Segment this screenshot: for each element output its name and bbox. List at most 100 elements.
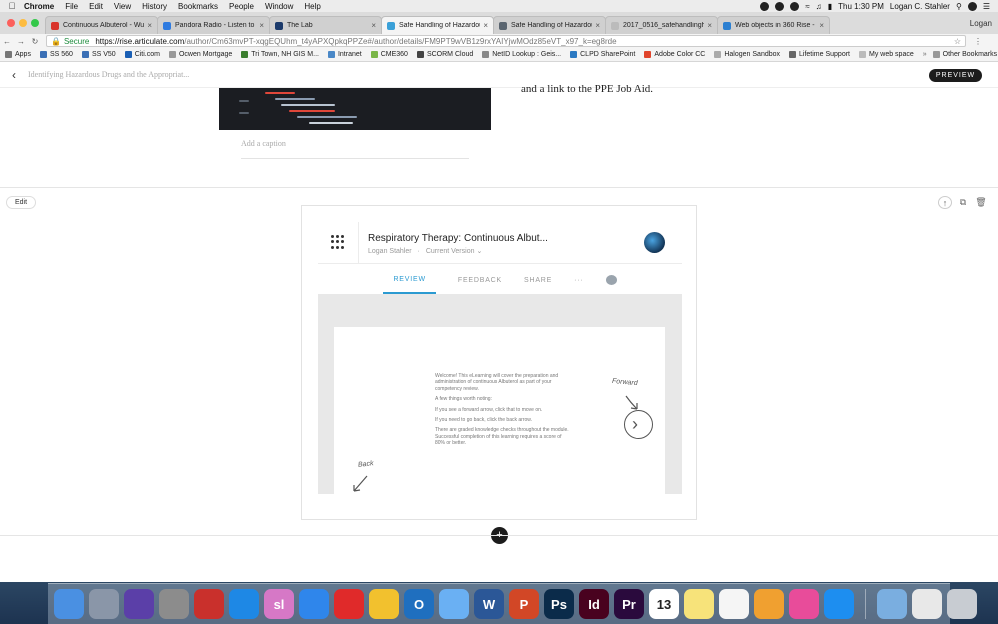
browser-tab[interactable]: Pandora Radio - Listen to F × xyxy=(157,16,270,34)
app-menu[interactable]: Chrome xyxy=(24,2,54,11)
bookmark-item[interactable]: SS 560 xyxy=(39,51,73,58)
avatar[interactable] xyxy=(644,232,665,253)
siri-icon[interactable] xyxy=(124,589,154,619)
close-tab-icon[interactable]: × xyxy=(371,21,376,30)
backup-icon[interactable] xyxy=(760,1,770,11)
bookmark-item[interactable]: Intranet xyxy=(327,51,362,58)
reminders-icon[interactable] xyxy=(719,589,749,619)
comment-bubble-icon[interactable] xyxy=(605,275,617,285)
chrome-menu-icon[interactable]: ⋮ xyxy=(974,37,982,46)
notification-center-icon[interactable]: ☰ xyxy=(983,2,990,11)
browser-tab[interactable]: 2017_0516_safehandlinghaz × xyxy=(605,16,718,34)
back-chevron-icon[interactable]: ‹ xyxy=(0,68,28,82)
menu-clock[interactable]: Thu 1:30 PM xyxy=(838,2,884,11)
other-bookmarks-folder[interactable]: Other Bookmarks xyxy=(932,51,998,58)
outlook-icon[interactable]: O xyxy=(404,589,434,619)
forward-button[interactable]: › xyxy=(624,410,653,439)
safari-icon[interactable] xyxy=(299,589,329,619)
creative-cloud-icon[interactable] xyxy=(775,1,785,11)
bookmark-item[interactable]: Ocwen Mortgage xyxy=(168,51,232,58)
parallels-icon[interactable] xyxy=(194,589,224,619)
close-tab-icon[interactable]: × xyxy=(595,21,600,30)
forward-arrow-icon[interactable]: → xyxy=(14,37,28,46)
volume-icon[interactable]: ♫ xyxy=(816,2,822,11)
apps-grid-icon[interactable] xyxy=(331,235,345,249)
bookmark-item[interactable]: SS V50 xyxy=(81,51,116,58)
move-up-icon[interactable]: ↑ xyxy=(938,196,952,209)
trash-icon[interactable] xyxy=(947,589,977,619)
chrome-window-icon[interactable] xyxy=(912,589,942,619)
close-window-icon[interactable] xyxy=(7,19,15,27)
close-tab-icon[interactable]: × xyxy=(483,21,488,30)
system-preferences-icon[interactable] xyxy=(159,589,189,619)
browser-tab[interactable]: Continuous Albuterol - Wunde× xyxy=(45,16,158,34)
address-bar[interactable]: 🔒 Secure https://rise.articulate.com /au… xyxy=(46,35,966,47)
profile-button[interactable]: Logan xyxy=(970,19,998,28)
menu-file[interactable]: File xyxy=(65,2,78,11)
user-name[interactable]: Logan C. Stahler xyxy=(890,2,950,11)
browser-tab[interactable]: Web objects in 360 Rise - Ris× xyxy=(717,16,830,34)
indesign-icon[interactable]: Id xyxy=(579,589,609,619)
word-icon[interactable]: W xyxy=(474,589,504,619)
notes-icon[interactable] xyxy=(684,589,714,619)
menu-bookmarks[interactable]: Bookmarks xyxy=(178,2,218,11)
close-tab-icon[interactable]: × xyxy=(707,21,712,30)
windows-icon[interactable] xyxy=(229,589,259,619)
menu-help[interactable]: Help xyxy=(304,2,320,11)
close-tab-icon[interactable]: × xyxy=(259,21,264,30)
bookmark-item[interactable]: Lifetime Support xyxy=(789,51,850,58)
version-dropdown[interactable]: Current Version xyxy=(426,248,475,255)
calendar-icon[interactable]: 13 xyxy=(649,589,679,619)
reload-icon[interactable]: ↻ xyxy=(28,37,42,46)
bookmark-item[interactable]: Citi.com xyxy=(124,51,160,58)
battery-icon[interactable]: ▮ xyxy=(828,2,832,11)
preview-button[interactable]: PREVIEW xyxy=(929,69,982,82)
tab-review[interactable]: REVIEW xyxy=(383,267,436,294)
launchpad-icon[interactable] xyxy=(89,589,119,619)
bookmark-item[interactable]: Halogen Sandbox xyxy=(714,51,780,58)
sync-icon[interactable] xyxy=(790,1,800,11)
bookmark-item[interactable]: NetID Lookup : Geis... xyxy=(482,51,561,58)
bookmark-item[interactable]: SCORM Cloud xyxy=(416,51,473,58)
menu-window[interactable]: Window xyxy=(265,2,293,11)
close-tab-icon[interactable]: × xyxy=(819,21,824,30)
tab-share[interactable]: SHARE xyxy=(524,277,552,284)
duplicate-icon[interactable]: ⧉ xyxy=(956,196,970,209)
edit-block-button[interactable]: Edit xyxy=(6,196,36,209)
bookmark-item[interactable]: My web space xyxy=(859,51,914,58)
menu-view[interactable]: View xyxy=(114,2,131,11)
browser-tab[interactable]: Safe Handling of Hazardous D× xyxy=(381,16,494,34)
zoom-window-icon[interactable] xyxy=(31,19,39,27)
slack-icon[interactable]: sl xyxy=(264,589,294,619)
spotlight-icon[interactable]: ⚲ xyxy=(956,2,962,11)
powerpoint-icon[interactable]: P xyxy=(509,589,539,619)
close-tab-icon[interactable]: × xyxy=(147,21,152,30)
bookmark-item[interactable]: CLPD SharePoint xyxy=(570,51,635,58)
bookmark-item[interactable]: Apps xyxy=(5,51,31,58)
chevron-down-icon[interactable]: ⌄ xyxy=(476,248,482,255)
power-icon[interactable] xyxy=(334,589,364,619)
photos-icon[interactable] xyxy=(754,589,784,619)
menu-people[interactable]: People xyxy=(229,2,254,11)
itunes-icon[interactable] xyxy=(789,589,819,619)
minimize-window-icon[interactable] xyxy=(19,19,27,27)
app-store-icon[interactable] xyxy=(824,589,854,619)
bookmark-item[interactable]: CME360 xyxy=(370,51,408,58)
bookmark-item[interactable]: Adobe Color CC xyxy=(644,51,705,58)
back-arrow-icon[interactable]: ← xyxy=(0,37,14,46)
apple-menu-icon[interactable]:  xyxy=(0,1,24,11)
premiere-icon[interactable]: Pr xyxy=(614,589,644,619)
mail-icon[interactable] xyxy=(439,589,469,619)
bookmark-item[interactable]: Tri Town, NH GIS M... xyxy=(241,51,319,58)
downloads-icon[interactable] xyxy=(877,589,907,619)
menu-edit[interactable]: Edit xyxy=(89,2,103,11)
tab-feedback[interactable]: FEEDBACK xyxy=(458,277,502,284)
photoshop-icon[interactable]: Ps xyxy=(544,589,574,619)
siri-menu-icon[interactable] xyxy=(967,1,977,11)
trash-icon[interactable]: 🗑 xyxy=(974,196,988,209)
finder-icon[interactable] xyxy=(54,589,84,619)
wifi-icon[interactable]: ≈ xyxy=(805,2,809,11)
more-options-icon[interactable]: ··· xyxy=(574,277,583,284)
browser-tab[interactable]: Safe Handling of Hazardous D× xyxy=(493,16,606,34)
code-screenshot-image[interactable] xyxy=(219,88,491,130)
